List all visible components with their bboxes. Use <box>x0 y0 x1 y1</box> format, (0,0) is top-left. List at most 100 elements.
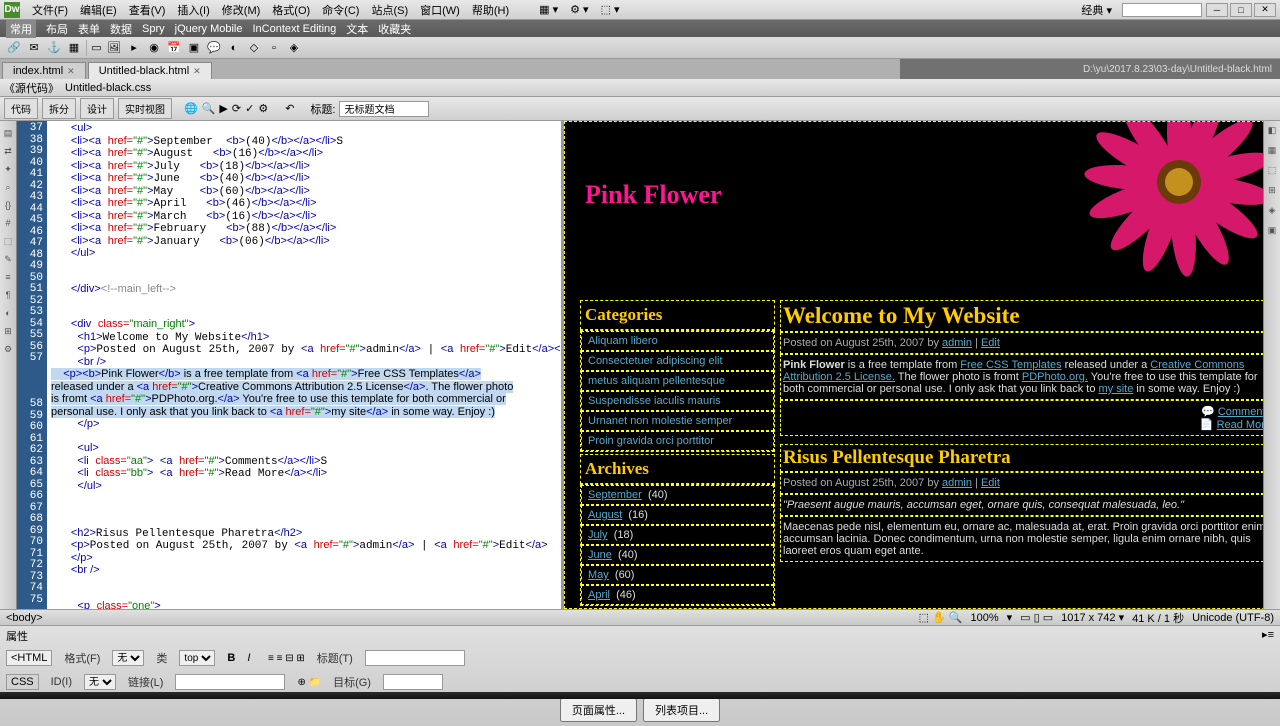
menu-view[interactable]: 查看(V) <box>123 0 172 20</box>
title-input[interactable] <box>339 101 429 117</box>
settings-icon[interactable]: ⚙ ▾ <box>564 1 594 18</box>
extensions-icon[interactable]: ⬚ ▾ <box>595 1 626 18</box>
source-link[interactable]: 《源代码》 <box>4 80 59 96</box>
workspace-dropdown[interactable]: 经典 ▾ <box>1075 0 1118 20</box>
tool-icon[interactable]: {} <box>1 197 16 213</box>
server-icon[interactable]: ▣ <box>186 40 202 56</box>
menu-commands[interactable]: 命令(C) <box>316 0 365 20</box>
anchor-icon[interactable]: ⚓ <box>46 40 62 56</box>
panel-icon[interactable]: ⬚ <box>1265 165 1280 181</box>
pdphoto-link[interactable]: PDPhoto.org. <box>1022 371 1088 383</box>
panel-icon[interactable]: ▦ <box>1265 145 1280 161</box>
windows-taskbar[interactable] <box>0 692 1280 699</box>
tool-icon[interactable]: ▤ <box>1 125 16 141</box>
menu-file[interactable]: 文件(F) <box>26 0 74 20</box>
category-item[interactable]: Consectetuer adipiscing elit <box>581 351 774 371</box>
menu-window[interactable]: 窗口(W) <box>414 0 466 20</box>
menu-site[interactable]: 站点(S) <box>365 0 414 20</box>
target-field[interactable] <box>383 674 443 690</box>
tool-icon[interactable]: ⚙ <box>1 341 16 357</box>
tool-icon[interactable]: ✎ <box>1 251 16 267</box>
table-icon[interactable]: ▦ <box>66 40 82 56</box>
email-icon[interactable]: ✉ <box>26 40 42 56</box>
head-icon[interactable]: ◐ <box>226 40 242 56</box>
menu-help[interactable]: 帮助(H) <box>466 0 515 20</box>
script-icon[interactable]: ◇ <box>246 40 262 56</box>
panel-icon[interactable]: ▣ <box>1265 225 1280 241</box>
code-view-button[interactable]: 代码 <box>4 98 38 119</box>
id-select[interactable]: 无 <box>84 674 116 690</box>
tab-incontext[interactable]: InContext Editing <box>252 23 336 35</box>
tool-icon[interactable]: ⊞ <box>1 323 16 339</box>
maximize-button[interactable]: □ <box>1230 3 1252 17</box>
edit-link[interactable]: Edit <box>981 337 1000 349</box>
title-field[interactable] <box>365 650 465 666</box>
edit-link[interactable]: Edit <box>981 477 1000 489</box>
close-icon[interactable]: ✕ <box>67 66 75 77</box>
link-field[interactable] <box>175 674 285 690</box>
menu-format[interactable]: 格式(O) <box>266 0 316 20</box>
tab-forms[interactable]: 表单 <box>78 21 100 37</box>
tab-untitled[interactable]: Untitled-black.html✕ <box>88 62 212 79</box>
templates-icon[interactable]: ▫ <box>266 40 282 56</box>
layout-dropdown-icon[interactable]: ▦ ▾ <box>533 1 564 18</box>
tool-icon[interactable]: ⌕ <box>1 179 16 195</box>
tag-selector[interactable]: <body> <box>6 612 43 624</box>
archive-item[interactable]: July (18) <box>581 525 774 545</box>
admin-link[interactable]: admin <box>942 477 972 489</box>
minimize-button[interactable]: ─ <box>1206 3 1228 17</box>
css-link[interactable]: Untitled-black.css <box>65 82 151 94</box>
html-mode-button[interactable]: <HTML <box>6 650 52 666</box>
panel-icon[interactable]: ◧ <box>1265 125 1280 141</box>
design-view-button[interactable]: 设计 <box>80 98 114 119</box>
code-content[interactable]: <ul> <li><a href="#">September <b>(40)</… <box>47 121 561 609</box>
fct-link[interactable]: Free CSS Templates <box>960 359 1061 371</box>
image-icon[interactable]: 🖼 <box>106 40 122 56</box>
comment-icon[interactable]: 💬 <box>206 40 222 56</box>
hyperlink-icon[interactable]: 🔗 <box>6 40 22 56</box>
menu-insert[interactable]: 插入(I) <box>171 0 215 20</box>
mysite-link[interactable]: my site <box>1099 383 1134 395</box>
close-button[interactable]: ✕ <box>1254 3 1276 17</box>
tag-icon[interactable]: ◈ <box>286 40 302 56</box>
date-icon[interactable]: 📅 <box>166 40 182 56</box>
tab-spry[interactable]: Spry <box>142 23 165 35</box>
archive-item[interactable]: May (60) <box>581 565 774 585</box>
widget-icon[interactable]: ◉ <box>146 40 162 56</box>
zoom-level[interactable]: 100% <box>970 612 998 624</box>
tab-data[interactable]: 数据 <box>110 21 132 37</box>
tool-icon[interactable]: ≡ <box>1 269 16 285</box>
tab-favorites[interactable]: 收藏夹 <box>378 21 411 37</box>
tool-icon[interactable]: ✦ <box>1 161 16 177</box>
page-properties-button[interactable]: 页面属性... <box>560 698 637 722</box>
live-view-button[interactable]: 实时视图 <box>118 98 172 119</box>
split-view-button[interactable]: 拆分 <box>42 98 76 119</box>
panel-icon[interactable]: ◈ <box>1265 205 1280 221</box>
code-editor[interactable]: 3738394041424344454647484950515253545556… <box>17 121 564 609</box>
panel-icon[interactable]: ⊞ <box>1265 185 1280 201</box>
media-icon[interactable]: ▸ <box>126 40 142 56</box>
close-icon[interactable]: ✕ <box>193 66 201 77</box>
tab-layout[interactable]: 布局 <box>46 21 68 37</box>
menu-modify[interactable]: 修改(M) <box>216 0 267 20</box>
admin-link[interactable]: admin <box>942 337 972 349</box>
class-select[interactable]: top <box>179 650 215 666</box>
category-item[interactable]: Proin gravida orci porttitor <box>581 431 774 451</box>
archive-item[interactable]: June (40) <box>581 545 774 565</box>
panel-menu-icon[interactable]: ▸≡ <box>1262 628 1274 644</box>
design-preview[interactable]: Pink Flower Categories Aliquam liberoCon… <box>564 121 1280 609</box>
format-select[interactable]: 无 <box>112 650 144 666</box>
div-icon[interactable]: ▭ <box>86 40 102 56</box>
tab-text[interactable]: 文本 <box>346 21 368 37</box>
tool-icon[interactable]: ¶ <box>1 287 16 303</box>
tool-icon[interactable]: ⬚ <box>1 233 16 249</box>
tab-jquery[interactable]: jQuery Mobile <box>175 23 243 35</box>
category-item[interactable]: Aliquam libero <box>581 331 774 351</box>
tab-index[interactable]: index.html✕ <box>2 62 86 79</box>
tab-common[interactable]: 常用 <box>6 20 36 38</box>
category-item[interactable]: Urnanet non molestie semper <box>581 411 774 431</box>
tool-icon[interactable]: # <box>1 215 16 231</box>
archive-item[interactable]: September (40) <box>581 485 774 505</box>
tool-icon[interactable]: ◐ <box>1 305 16 321</box>
archive-item[interactable]: August (16) <box>581 505 774 525</box>
